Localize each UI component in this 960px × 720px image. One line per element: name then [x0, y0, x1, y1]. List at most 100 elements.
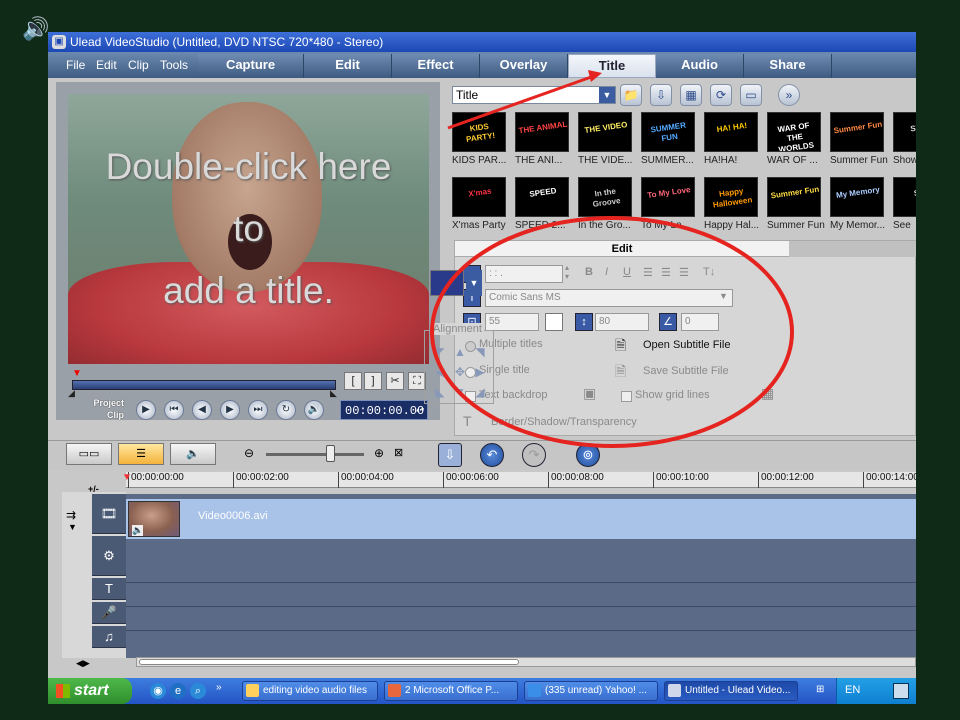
border-shadow-button[interactable]: Border/Shadow/Transparency [491, 416, 637, 428]
import-icon[interactable]: ⇩ [650, 84, 672, 106]
track-chevron-down-icon[interactable]: ▼ [68, 522, 77, 532]
play-icon[interactable]: ▶ [136, 400, 156, 420]
title-preset-thumbnail[interactable]: Show Show [893, 112, 916, 166]
project-mode-label[interactable]: Project [82, 398, 124, 408]
text-color-swatch[interactable] [430, 270, 464, 296]
home-icon[interactable]: ⏮ [164, 400, 184, 420]
next-frame-icon[interactable]: ▶ [220, 400, 240, 420]
track-manager-icon[interactable]: ⇉ [66, 508, 76, 522]
timeline-scrollbar[interactable] [136, 657, 916, 667]
tab-animation[interactable] [789, 241, 916, 257]
preview-window[interactable]: Double-click here to add a title. [68, 94, 429, 364]
storyboard-view-button[interactable]: ▭▭ [66, 443, 112, 465]
menu-edit[interactable]: Edit [96, 52, 117, 78]
backdrop-settings-icon[interactable]: ▣ [583, 385, 596, 402]
font-select[interactable]: Comic Sans MS [485, 289, 733, 307]
task-yahoo[interactable]: (335 unread) Yahoo! ... [524, 681, 658, 701]
save-subtitle-icon[interactable]: 🗎 [615, 361, 626, 385]
menu-tools[interactable]: Tools [160, 52, 188, 78]
title-placeholder-text[interactable]: Double-click here to add a title. [68, 136, 429, 322]
zoom-slider[interactable] [266, 453, 364, 456]
music-track-icon[interactable]: ♫ [92, 626, 126, 648]
font-chevron-down-icon[interactable]: ▼ [719, 291, 728, 301]
scroll-left-icon[interactable]: ◀▶ [76, 658, 90, 669]
align-center-icon[interactable]: ☰ [661, 266, 671, 279]
title-preset-thumbnail[interactable]: KIDS PARTY! KIDS PAR... [452, 112, 508, 166]
timeline-tracks[interactable]: 🔈 Video0006.avi [126, 494, 916, 658]
title-preset-thumbnail[interactable]: Happy Halloween Happy Hal... [704, 177, 760, 231]
title-preset-thumbnail[interactable]: HA! HA! HA!HA! [704, 112, 760, 166]
scrollbar-thumb[interactable] [139, 659, 519, 665]
align-top-right-icon[interactable]: ◥ [471, 343, 489, 361]
title-preset-thumbnail[interactable]: Summer Fun Summer Fun [830, 112, 888, 166]
align-top-left-icon[interactable]: ◤ [431, 343, 449, 361]
title-preset-thumbnail[interactable]: THE VIDEO THE VIDE... [578, 112, 634, 166]
align-bottom-right-icon[interactable]: ◢ [471, 383, 489, 401]
zoom-out-icon[interactable]: ⊖ [244, 446, 254, 460]
title-preset-thumbnail[interactable]: SUMMER FUN SUMMER... [641, 112, 697, 166]
fit-project-icon[interactable]: ⊠ [394, 446, 403, 459]
tab-effect[interactable]: Effect [392, 54, 480, 78]
zoom-in-icon[interactable]: ⊕ [374, 446, 384, 460]
align-top-icon[interactable]: ▲ [451, 343, 469, 361]
redo-icon[interactable]: ↷ [522, 443, 546, 467]
italic-icon[interactable]: I [605, 266, 608, 278]
refresh-icon[interactable]: ⟳ [710, 84, 732, 106]
open-subtitle-button[interactable]: Open Subtitle File [643, 339, 730, 351]
line-spacing-select[interactable]: 80 [595, 313, 649, 331]
clip-mode-label[interactable]: Clip [82, 410, 124, 420]
repeat-icon[interactable]: ↻ [276, 400, 296, 420]
timecode-spinner-icon[interactable]: ▴▾ [415, 401, 425, 421]
tray-app-icon[interactable] [893, 683, 909, 699]
audio-view-button[interactable]: 🔈 [170, 443, 216, 465]
chevron-down-icon[interactable]: ▼ [599, 87, 615, 103]
font-size-select[interactable]: 55 [485, 313, 539, 331]
vertical-text-icon[interactable]: T↓ [703, 266, 715, 278]
task-ulead[interactable]: Untitled - Ulead Video... [664, 681, 798, 701]
title-preset-thumbnail[interactable]: X'mas X'mas Party [452, 177, 508, 231]
end-icon[interactable]: ⏭ [248, 400, 268, 420]
duration-spinner-icon[interactable]: ▴ ▾ [565, 263, 569, 281]
timecode-display[interactable]: 00:00:00.00 ▴▾ [340, 400, 428, 420]
tab-capture[interactable]: Capture [198, 54, 304, 78]
library-category-select[interactable]: Title ▼ [452, 86, 616, 104]
align-right-icon[interactable]: ☰ [679, 266, 689, 279]
save-subtitle-button[interactable]: Save Subtitle File [643, 365, 729, 377]
library-manager-icon[interactable]: ▦ [680, 84, 702, 106]
timeline-ruler[interactable]: 00:00:00:00 00:00:02:00 00:00:04:00 00:00:0… [126, 472, 916, 488]
align-left-side-icon[interactable]: ◀ [431, 363, 449, 381]
grid-settings-icon[interactable]: ▦ [761, 385, 774, 402]
undo-icon[interactable]: ↶ [480, 443, 504, 467]
font-color-swatch[interactable] [545, 313, 563, 331]
search-icon[interactable]: ⌕ [190, 683, 206, 699]
mark-out-icon[interactable]: ◣ [330, 388, 337, 399]
title-preset-thumbnail[interactable]: SPEED SPEED 2... [515, 177, 571, 231]
border-shadow-icon[interactable]: T [463, 413, 472, 429]
title-preset-thumbnail[interactable]: THE ANIMAL THE ANI... [515, 112, 571, 166]
tab-share[interactable]: Share [744, 54, 832, 78]
title-preset-thumbnail[interactable]: To My Love To My Lo... [641, 177, 697, 231]
title-preset-thumbnail[interactable]: WAR OF THE WORLDS WAR OF ... [767, 112, 823, 166]
quick-launch-more-icon[interactable]: » [216, 682, 222, 693]
browser-icon[interactable]: ◉ [150, 683, 166, 699]
tab-audio[interactable]: Audio [656, 54, 744, 78]
task-powerpoint[interactable]: 2 Microsoft Office P... [384, 681, 518, 701]
angle-field[interactable]: 0 [681, 313, 719, 331]
video-track-icon[interactable]: 🎞 [92, 494, 126, 534]
insert-media-icon[interactable]: ⇩ [438, 443, 462, 467]
preview-scrub-bar[interactable] [72, 380, 336, 390]
previous-frame-icon[interactable]: ◀ [192, 400, 212, 420]
timeline-view-button[interactable]: ☰ [118, 443, 164, 465]
title-preset-thumbnail[interactable]: My Memory My Memor... [830, 177, 886, 231]
language-indicator[interactable]: EN [845, 684, 860, 696]
title-track-icon[interactable]: T [92, 578, 126, 600]
volume-icon[interactable]: 🔊 [304, 400, 324, 420]
folder-icon[interactable]: 📁 [620, 84, 642, 106]
align-bottom-icon[interactable]: ▼ [451, 383, 469, 401]
video-clip-name[interactable]: Video0006.avi [198, 510, 268, 522]
title-preset-thumbnail[interactable]: Summer Fun Summer Fun [767, 177, 825, 231]
tab-edit-options[interactable]: Edit [455, 241, 789, 257]
bold-icon[interactable]: B [585, 266, 593, 278]
mark-in-button[interactable]: [ [344, 372, 362, 390]
mark-in-icon[interactable]: ◢ [68, 388, 75, 399]
